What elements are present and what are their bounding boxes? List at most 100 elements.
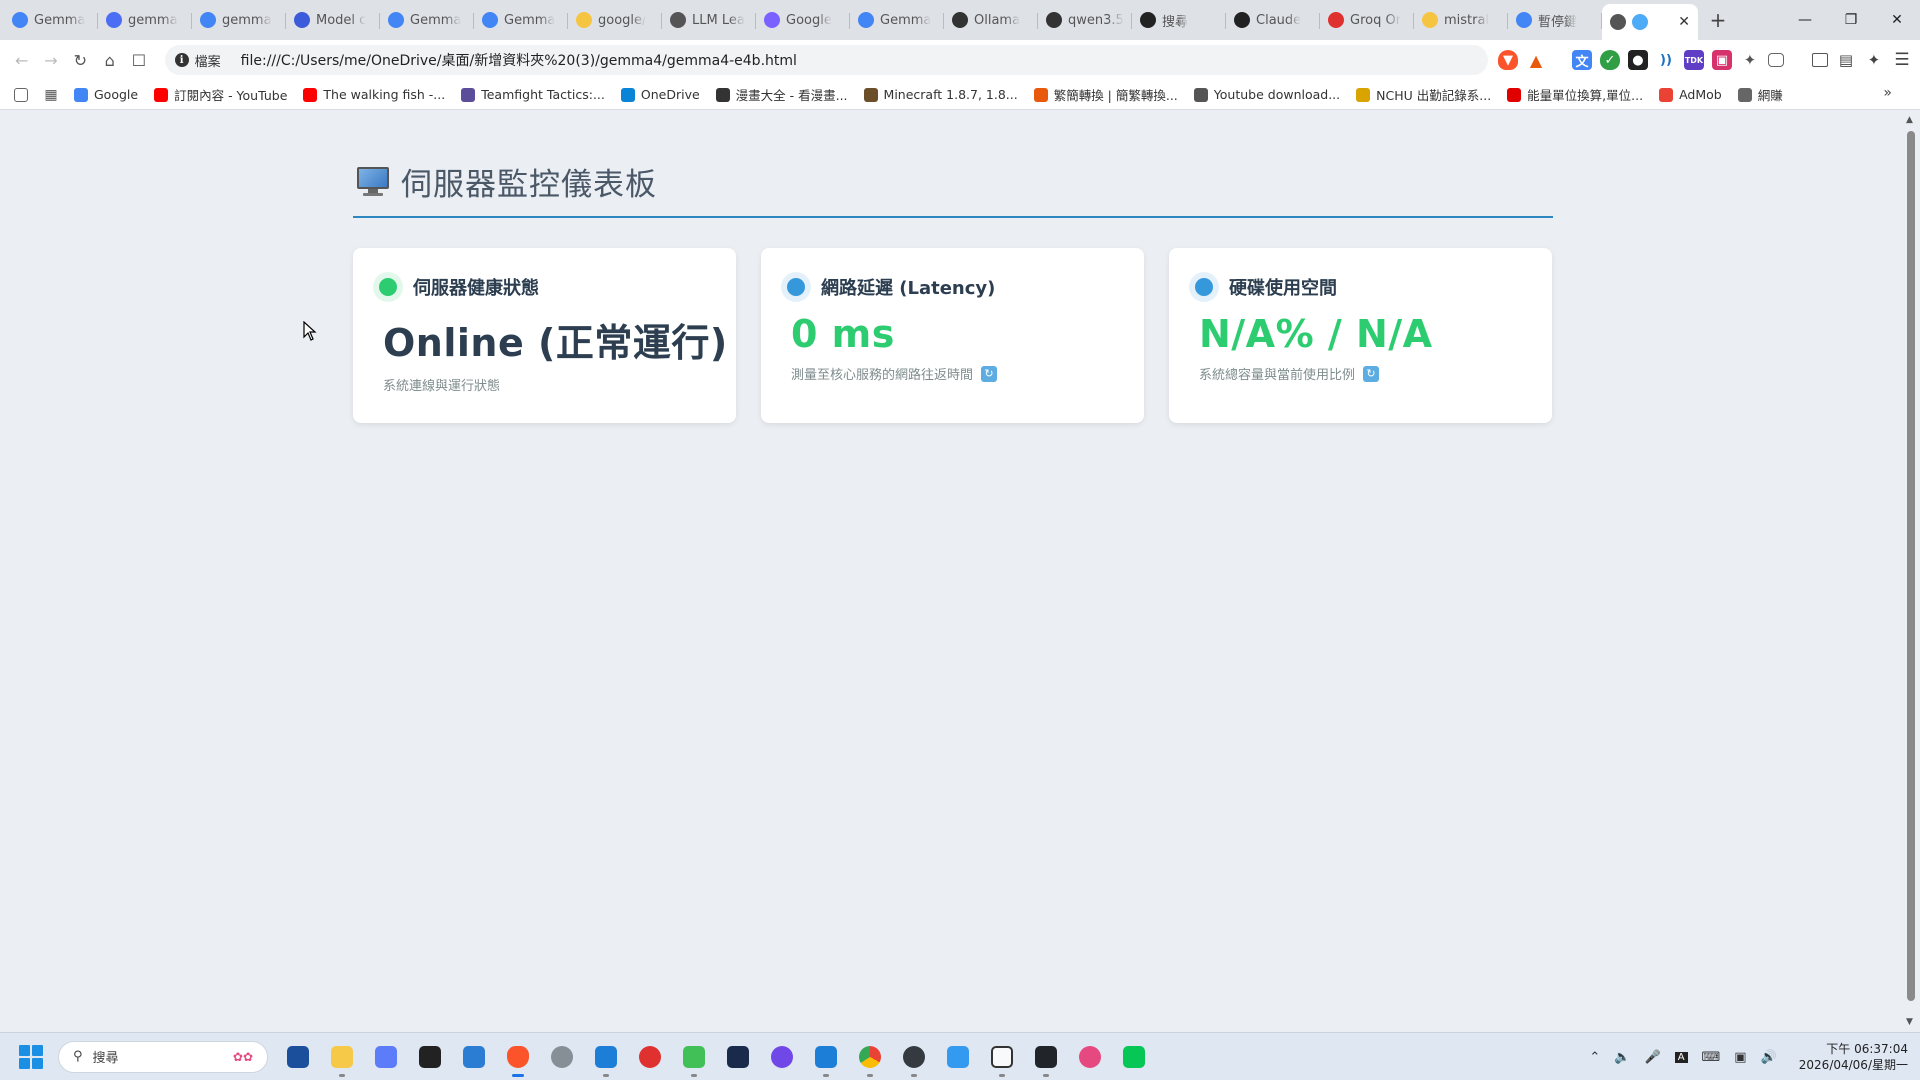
browser-tab[interactable]: mistral xyxy=(1414,4,1508,36)
browser-tab[interactable]: Gemma xyxy=(474,4,568,36)
browser-tab[interactable]: LLM Lea xyxy=(662,4,756,36)
bookmark-favicon-icon xyxy=(1193,87,1208,102)
browser-tab[interactable]: google/ xyxy=(568,4,662,36)
bookmark-item[interactable]: Youtube download... xyxy=(1186,83,1348,107)
taskbar-search[interactable]: ⚲ 搜尋 ✿✿ xyxy=(58,1040,268,1073)
browser-tab[interactable]: gemma xyxy=(192,4,286,36)
ime-icon[interactable]: A xyxy=(1674,1051,1688,1063)
more-bookmarks-button[interactable]: » xyxy=(1883,85,1892,101)
browser-tab[interactable]: Groq Or xyxy=(1320,4,1414,36)
taskbar-app-line[interactable] xyxy=(1118,1041,1150,1073)
bookmark-item[interactable]: Minecraft 1.8.7, 1.8... xyxy=(856,83,1026,107)
rewards-icon[interactable]: ▲ xyxy=(1526,50,1546,70)
bookmark-label: AdMob xyxy=(1679,87,1722,102)
volume-icon[interactable]: 🔊 xyxy=(1761,1050,1777,1065)
taskbar-app-game[interactable] xyxy=(634,1041,666,1073)
menu-icon[interactable]: ☰ xyxy=(1892,50,1912,70)
read-aloud-icon[interactable]: )) xyxy=(1656,50,1676,70)
apps-button[interactable]: ▦ xyxy=(36,83,66,107)
tdk-extension-icon[interactable]: TDK xyxy=(1683,50,1704,70)
browser-tab[interactable]: Gemma xyxy=(4,4,98,36)
bookmark-item[interactable]: 繁簡轉換 | 簡繁轉換... xyxy=(1026,83,1186,107)
sidebar-toggle-icon[interactable] xyxy=(1811,53,1828,67)
new-tab-button[interactable]: + xyxy=(1702,4,1734,36)
taskbar-app-headphones[interactable] xyxy=(1074,1041,1106,1073)
scrollbar-thumb[interactable] xyxy=(1907,131,1915,1001)
browser-tab-label: Groq Or xyxy=(1350,12,1402,28)
home-button[interactable]: ⌂ xyxy=(96,46,123,74)
browser-tab[interactable]: Gemma xyxy=(850,4,944,36)
reload-button[interactable]: ↻ xyxy=(67,46,94,74)
taskbar-app-explorer[interactable] xyxy=(326,1041,358,1077)
browser-tab[interactable]: Gemma xyxy=(380,4,474,36)
taskbar-app-paint[interactable] xyxy=(942,1041,974,1073)
taskbar-app-github[interactable] xyxy=(766,1041,798,1073)
taskbar-app-clock[interactable] xyxy=(546,1041,578,1073)
system-clock[interactable]: 下午 06:37:04 2026/04/06/星期一 xyxy=(1799,1041,1908,1073)
shield-icon[interactable]: ✓ xyxy=(1599,50,1620,70)
taskbar-app-terminal[interactable] xyxy=(1030,1041,1062,1077)
taskbar-app-word[interactable] xyxy=(458,1041,490,1073)
ghostery-icon[interactable]: ● xyxy=(1627,50,1648,70)
browser-tab[interactable]: qwen3.5 xyxy=(1038,4,1132,36)
leo-ai-icon[interactable]: ✦ xyxy=(1864,50,1884,70)
restore-button[interactable]: ❐ xyxy=(1828,0,1874,40)
address-bar[interactable]: i 檔案 file:///C:/Users/me/OneDrive/桌面/新增資… xyxy=(164,45,1488,75)
browser-tab[interactable]: 搜尋 xyxy=(1132,4,1226,36)
browser-tab-active[interactable]: ✕ xyxy=(1602,4,1698,40)
bookmark-item[interactable]: 漫畫大全 - 看漫畫... xyxy=(708,83,856,107)
bookmark-item[interactable]: Teamfight Tactics:... xyxy=(453,83,613,107)
back-button[interactable]: ← xyxy=(8,46,35,74)
scroll-up-icon[interactable]: ▲ xyxy=(1906,115,1913,125)
taskbar-app-store[interactable] xyxy=(282,1041,314,1073)
refresh-icon: ↻ xyxy=(981,365,998,382)
close-window-button[interactable]: ✕ xyxy=(1874,0,1920,40)
taskbar-app-notepad[interactable] xyxy=(678,1041,710,1077)
chevron-up-icon[interactable]: ⌃ xyxy=(1589,1050,1600,1065)
info-icon[interactable]: i xyxy=(174,53,189,67)
browser-tab[interactable]: Claude xyxy=(1226,4,1320,36)
taskbar-app-vscode[interactable] xyxy=(810,1041,842,1077)
bookmark-item[interactable]: NCHU 出勤記錄系... xyxy=(1348,83,1499,107)
translate-icon[interactable]: 文 xyxy=(1571,50,1592,70)
taskbar-app-terminal-a[interactable] xyxy=(722,1041,754,1073)
wallet-icon[interactable]: ▤ xyxy=(1836,50,1856,70)
brave-shield-icon[interactable]: ▼ xyxy=(1497,50,1518,70)
bookmark-item[interactable]: Google xyxy=(66,83,146,107)
taskbar-app-obs[interactable] xyxy=(898,1041,930,1077)
taskbar-app-brave[interactable] xyxy=(502,1041,534,1077)
taskbar-app-calculator[interactable] xyxy=(370,1041,402,1073)
close-tab-icon[interactable]: ✕ xyxy=(1678,14,1690,30)
bookmark-item[interactable]: 能量單位換算,單位... xyxy=(1499,83,1651,107)
browser-tab[interactable]: Google xyxy=(756,4,850,36)
taskbar-app-notes[interactable] xyxy=(414,1041,446,1073)
scroll-down-icon[interactable]: ▼ xyxy=(1906,1017,1913,1027)
sidebar-panel-button[interactable] xyxy=(6,83,36,107)
bookmark-item[interactable]: 訂閱內容 - YouTube xyxy=(146,83,295,107)
bookmark-button[interactable]: ☐ xyxy=(125,46,152,74)
keyboard-icon[interactable]: ⌨ xyxy=(1702,1050,1721,1065)
start-button[interactable] xyxy=(16,1042,46,1072)
forward-button[interactable]: → xyxy=(37,46,64,74)
taskbar-app-photos[interactable] xyxy=(590,1041,622,1077)
taskbar-app-chrome[interactable] xyxy=(854,1041,886,1077)
extensions-puzzle-icon[interactable]: ✦ xyxy=(1740,50,1760,70)
microphone-icon[interactable]: 🎤 xyxy=(1645,1050,1661,1065)
picture-extension-icon[interactable]: ▣ xyxy=(1711,50,1732,70)
taskbar-app-ollama[interactable] xyxy=(986,1041,1018,1077)
bookmark-item[interactable]: The walking fish -... xyxy=(295,83,453,107)
bookmarks-bar: ▦ Google 訂閱內容 - YouTube The walking fish -… xyxy=(0,80,1920,110)
screenshot-icon[interactable] xyxy=(1767,53,1784,67)
browser-tab[interactable]: gemma xyxy=(98,4,192,36)
browser-tab[interactable]: Model c xyxy=(286,4,380,36)
browser-tab[interactable]: 暫停鍵 xyxy=(1508,4,1602,36)
speaker-icon[interactable]: 🔈 xyxy=(1614,1050,1630,1065)
bookmark-item[interactable]: AdMob xyxy=(1651,83,1730,107)
bookmark-item[interactable]: 網賺 xyxy=(1730,83,1791,107)
url-text[interactable]: file:///C:/Users/me/OneDrive/桌面/新增資料夾%20… xyxy=(241,50,797,70)
page-scrollbar[interactable]: ▲ ▼ xyxy=(1902,111,1920,1031)
browser-tab[interactable]: Ollama xyxy=(944,4,1038,36)
network-icon[interactable]: ▣ xyxy=(1734,1050,1746,1065)
minimize-button[interactable]: — xyxy=(1782,0,1828,40)
bookmark-item[interactable]: OneDrive xyxy=(613,83,708,107)
